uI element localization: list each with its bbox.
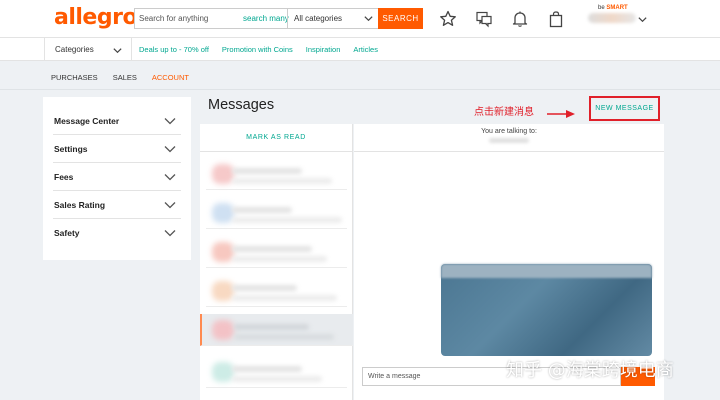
chevron-down-icon <box>164 173 176 181</box>
categories-label: Categories <box>55 45 94 54</box>
avatar <box>212 320 234 340</box>
besmart-brand: SMART <box>606 5 628 11</box>
avatar <box>212 281 234 301</box>
category-select[interactable]: All categories <box>287 9 378 28</box>
blurred-text <box>232 256 327 262</box>
subnav-link-inspiration[interactable]: Inspiration <box>306 38 341 61</box>
blurred-text <box>232 366 302 372</box>
subnav-link-deals[interactable]: Deals up to - 70% off <box>139 38 209 61</box>
avatar <box>212 242 234 262</box>
bag-icon[interactable] <box>546 9 566 29</box>
star-icon[interactable] <box>438 9 458 29</box>
sidebar-item-sales-rating[interactable]: Sales Rating <box>53 191 181 219</box>
account-sidebar: Message Center Settings Fees Sales Ratin… <box>43 97 191 260</box>
sidebar-item-label: Settings <box>54 144 88 154</box>
blurred-text <box>232 376 322 382</box>
avatar <box>212 362 234 382</box>
chevron-down-icon <box>164 201 176 209</box>
list-item[interactable] <box>206 356 347 388</box>
categories-dropdown[interactable]: Categories <box>44 38 132 61</box>
blurred-text <box>232 246 312 252</box>
blurred-text <box>234 324 309 330</box>
list-item[interactable] <box>206 197 347 229</box>
account-tabs: PURCHASES SALES ACCOUNT <box>44 70 197 90</box>
mark-as-read-button[interactable]: MARK AS READ <box>200 124 352 152</box>
avatar <box>212 203 234 223</box>
allegro-logo[interactable]: allegro <box>54 5 138 30</box>
sub-navigation: Categories Deals up to - 70% off Promoti… <box>0 38 720 61</box>
new-message-button[interactable]: NEW MESSAGE <box>589 96 660 121</box>
blurred-text <box>232 217 342 223</box>
sidebar-item-safety[interactable]: Safety <box>53 219 181 247</box>
sidebar-item-label: Fees <box>54 172 74 182</box>
chevron-down-icon <box>164 117 176 125</box>
search-scope-link[interactable]: search many <box>239 9 293 28</box>
subnav-link-coins[interactable]: Promotion with Coins <box>222 38 293 61</box>
blurred-text <box>232 207 292 213</box>
search-button[interactable]: SEARCH <box>378 8 423 29</box>
chat-icon[interactable] <box>474 9 494 29</box>
blurred-text <box>234 334 334 340</box>
subnav-links: Deals up to - 70% off Promotion with Coi… <box>139 38 391 61</box>
list-item-selected[interactable] <box>200 314 353 346</box>
tab-sales[interactable]: SALES <box>106 70 145 90</box>
chevron-down-icon[interactable] <box>637 12 648 30</box>
arrow-right-icon <box>546 106 576 124</box>
sidebar-item-fees[interactable]: Fees <box>53 163 181 191</box>
list-item[interactable] <box>206 275 347 307</box>
sidebar-item-label: Sales Rating <box>54 200 106 210</box>
blurred-text <box>232 285 297 291</box>
search-bar: search many All categories SEARCH <box>134 8 423 29</box>
recipient-name-blurred <box>489 138 529 143</box>
blurred-text <box>232 295 337 301</box>
besmart-prefix: be <box>598 5 605 11</box>
conversation-header: You are talking to: <box>354 124 664 152</box>
tabs-divider <box>0 89 720 90</box>
besmart-badge[interactable]: be SMART <box>598 5 628 11</box>
user-name-blurred[interactable] <box>588 13 636 23</box>
category-select-value: All categories <box>294 14 343 23</box>
bell-icon[interactable] <box>510 9 530 29</box>
chevron-down-icon <box>363 13 374 24</box>
tab-account[interactable]: ACCOUNT <box>144 70 197 90</box>
avatar <box>212 164 234 184</box>
chevron-down-icon <box>112 45 123 56</box>
annotation-text: 点击新建消息 <box>474 107 534 118</box>
sidebar-item-label: Safety <box>54 228 80 238</box>
sidebar-item-settings[interactable]: Settings <box>53 135 181 163</box>
top-header: allegro search many All categories SEARC… <box>0 0 720 38</box>
blurred-text <box>232 168 302 174</box>
message-bubble-header-blurred <box>441 264 652 278</box>
subnav-link-articles[interactable]: Articles <box>353 38 378 61</box>
list-item[interactable] <box>206 158 347 190</box>
blurred-text <box>232 178 332 184</box>
list-item[interactable] <box>206 236 347 268</box>
sidebar-item-label: Message Center <box>54 116 120 126</box>
talking-to-label: You are talking to: <box>481 128 537 135</box>
chevron-down-icon <box>164 229 176 237</box>
watermark: 知乎 @海棠跨境电商 <box>506 360 674 381</box>
conversation-list: MARK AS READ <box>200 124 353 400</box>
chevron-down-icon <box>164 145 176 153</box>
sidebar-item-message-center[interactable]: Message Center <box>53 107 181 135</box>
tab-purchases[interactable]: PURCHASES <box>44 70 106 90</box>
page-title: Messages <box>208 97 275 113</box>
